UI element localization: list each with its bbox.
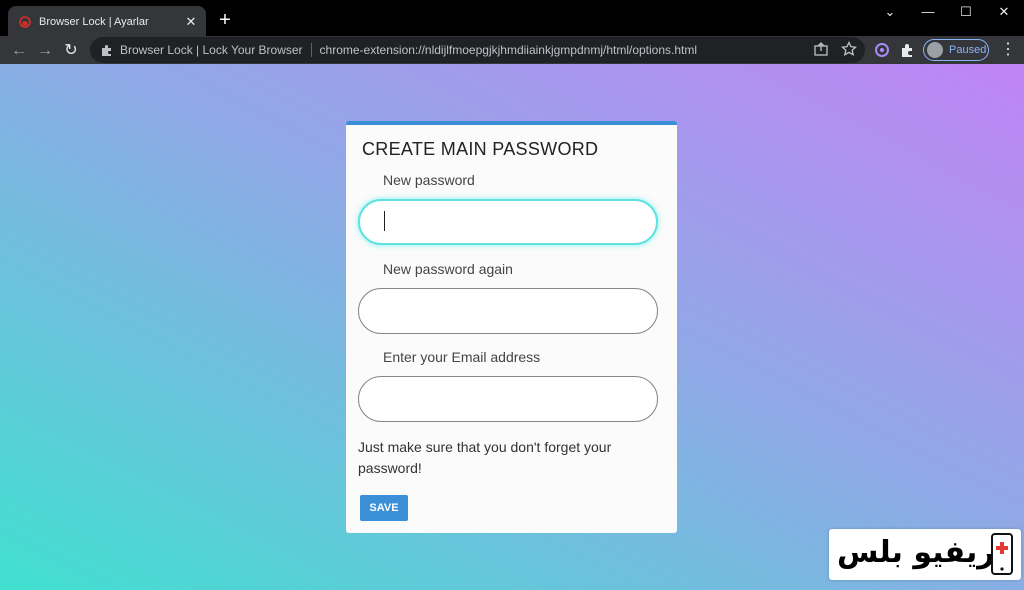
avatar (927, 42, 943, 58)
reminder-note: Just make sure that you don't forget you… (358, 439, 612, 476)
browser-toolbar: ← → ↻ Browser Lock | Lock Your Browser c… (0, 36, 1024, 64)
profile-status: Paused (949, 44, 987, 56)
tab-search-icon[interactable]: ⌄ (872, 0, 908, 24)
site-chip: Browser Lock | Lock Your Browser (120, 43, 303, 57)
browser-lock-favicon-icon (19, 16, 31, 28)
tab-title: Browser Lock | Ayarlar (39, 16, 149, 28)
reload-button[interactable]: ↻ (60, 40, 82, 62)
url-text[interactable]: chrome-extension://nldijlfmoepgjkjhmdiia… (320, 43, 698, 57)
bookmark-star-icon[interactable] (841, 41, 857, 57)
watermark-text: ريفيو بلس (837, 535, 995, 570)
back-button[interactable]: ← (8, 40, 30, 62)
new-password-label: New password (383, 172, 475, 188)
new-password-again-label: New password again (383, 261, 513, 277)
menu-icon[interactable]: ⋮ (1000, 41, 1016, 59)
page-background: CREATE MAIN PASSWORD New password New pa… (0, 64, 1024, 590)
title-bar: Browser Lock | Ayarlar ✕ + ⌄ — ☐ ✕ (0, 0, 1024, 38)
extensions-puzzle-icon[interactable] (899, 41, 917, 59)
new-tab-button[interactable]: + (214, 8, 236, 32)
omnibox-divider (310, 43, 312, 57)
share-icon[interactable] (813, 41, 829, 57)
omnibox-actions (813, 41, 857, 57)
close-window-button[interactable]: ✕ (986, 0, 1022, 24)
phone-plus-icon (991, 533, 1013, 575)
puzzle-icon (102, 45, 111, 56)
maximize-button[interactable]: ☐ (948, 0, 984, 24)
email-label: Enter your Email address (383, 349, 541, 365)
profile-button[interactable]: Paused (923, 39, 989, 61)
email-input[interactable] (358, 376, 658, 422)
forward-button[interactable]: → (34, 40, 56, 62)
text-caret (384, 211, 385, 231)
tab-close-icon[interactable]: ✕ (182, 14, 200, 30)
browser-tab[interactable]: Browser Lock | Ayarlar ✕ (8, 6, 206, 38)
save-button[interactable]: SAVE (360, 495, 408, 521)
password-card: CREATE MAIN PASSWORD New password New pa… (346, 121, 677, 533)
new-password-input[interactable] (358, 199, 658, 245)
card-title: CREATE MAIN PASSWORD (362, 139, 599, 159)
address-bar[interactable]: Browser Lock | Lock Your Browser chrome-… (90, 37, 865, 63)
extension-link-icon[interactable] (873, 41, 891, 59)
minimize-button[interactable]: — (910, 0, 946, 24)
new-password-again-input[interactable] (358, 288, 658, 334)
watermark-logo: ريفيو بلس (829, 529, 1021, 580)
